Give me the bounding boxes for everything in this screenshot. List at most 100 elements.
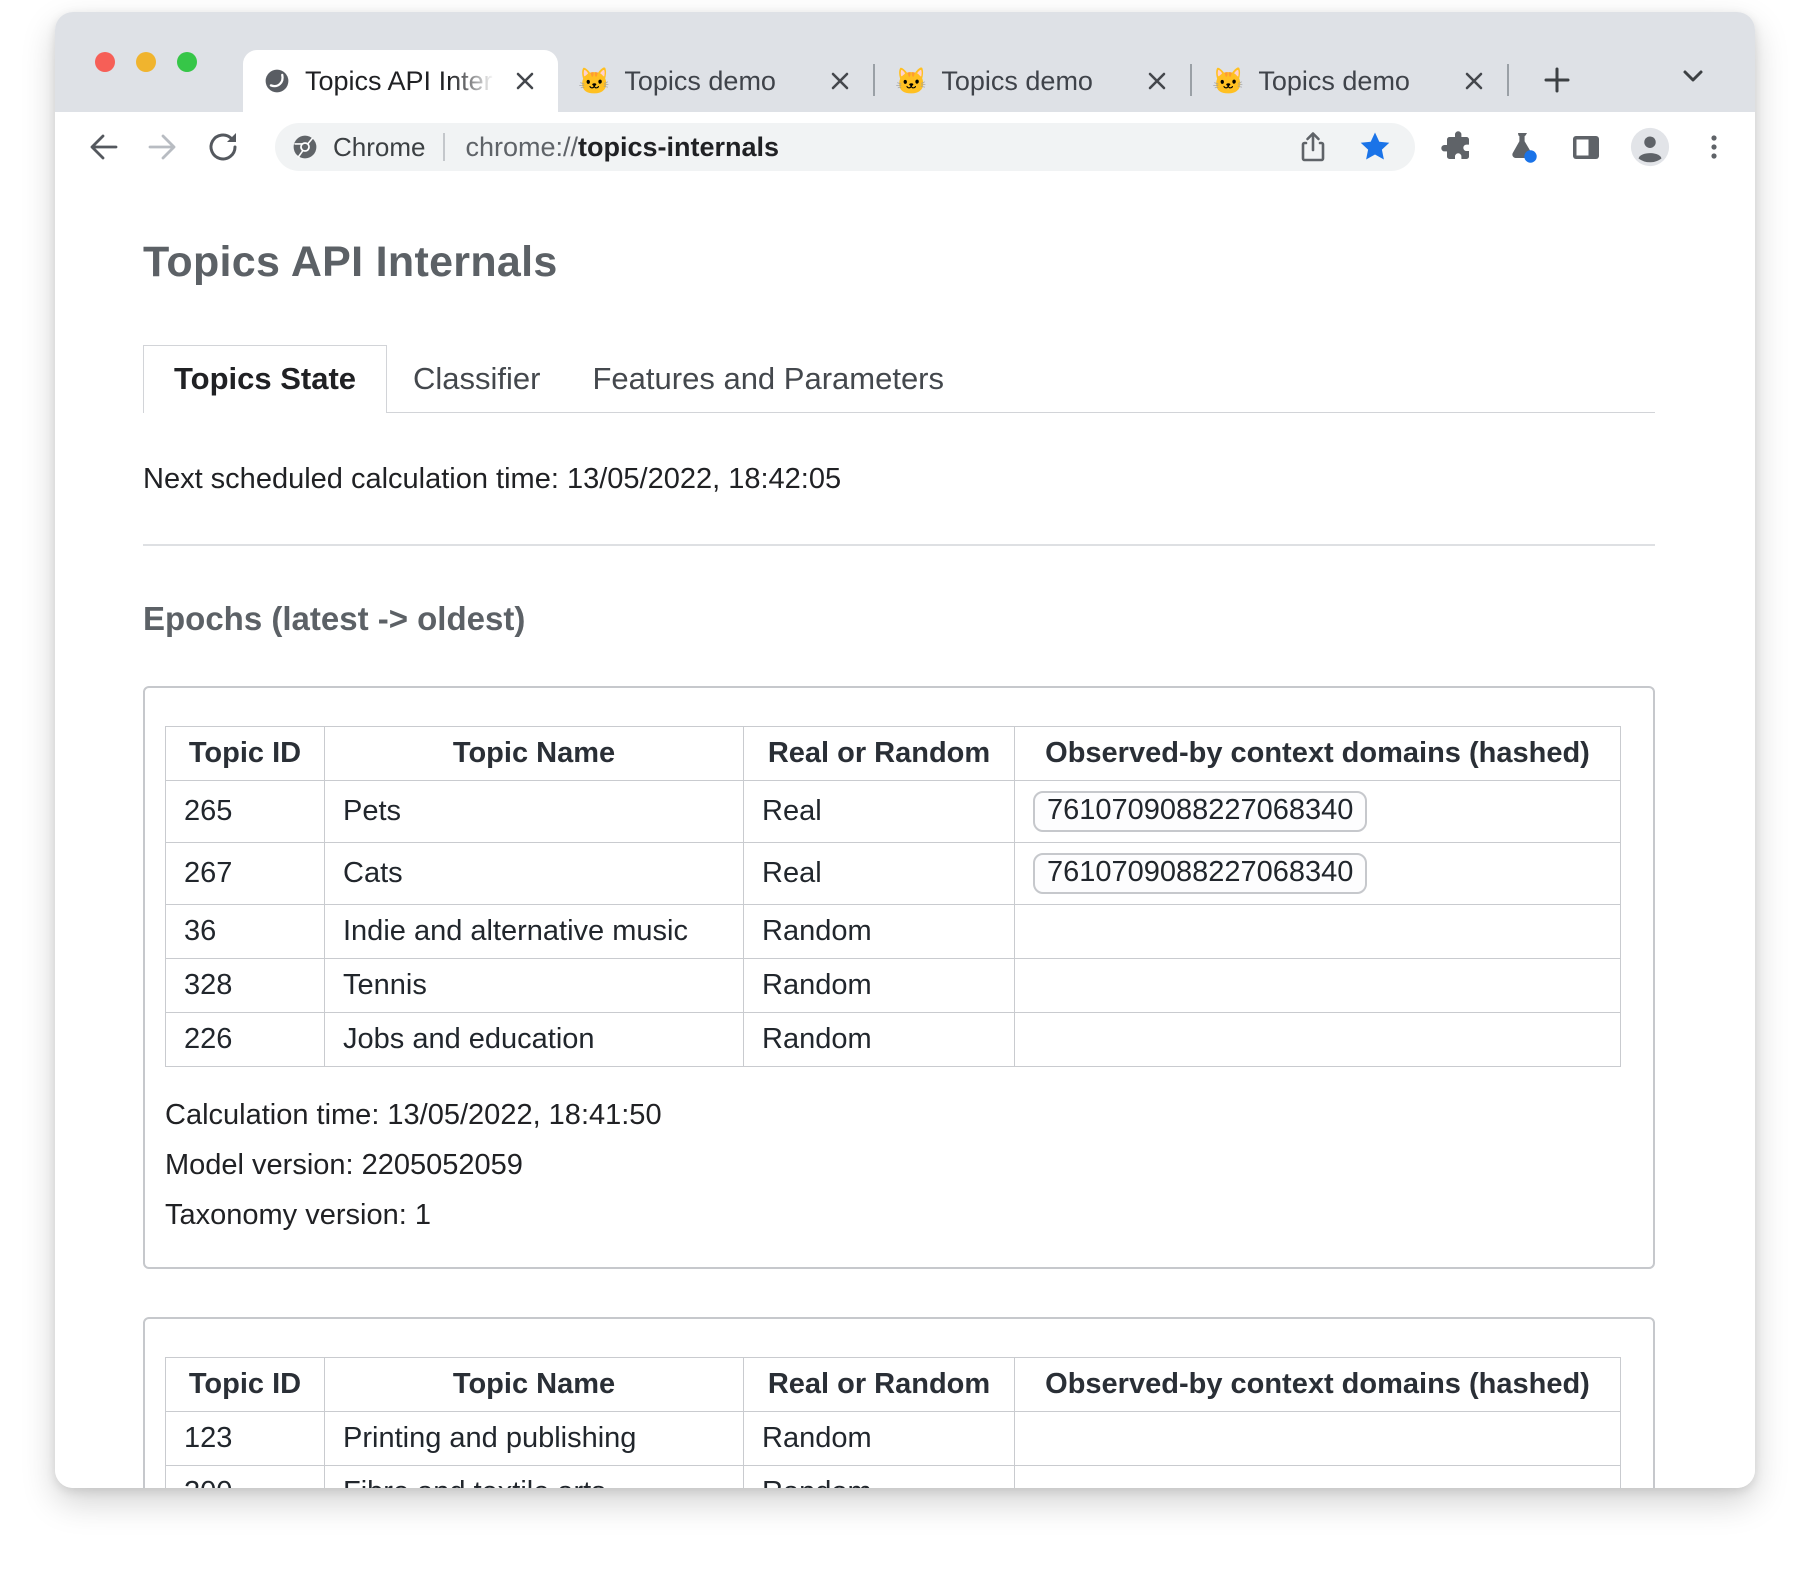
tab-topics-demo-3[interactable]: 🐱 Topics demo	[1192, 50, 1507, 112]
browser-window: Topics API Intern 🐱 Topics demo 🐱 Topics…	[55, 12, 1755, 1488]
side-panel-icon	[1568, 129, 1604, 165]
observed-domains-cell	[1015, 1013, 1621, 1067]
table-row: 226 Jobs and education Random	[166, 1013, 1621, 1067]
observed-domains-cell	[1015, 1412, 1621, 1466]
page-content: Topics API Internals Topics State Classi…	[55, 238, 1755, 1488]
topic-name-cell: Pets	[325, 781, 744, 843]
topic-id-cell: 123	[166, 1412, 325, 1466]
new-tab-button[interactable]	[1539, 62, 1575, 98]
forward-arrow-icon	[145, 129, 181, 165]
epoch-panel: Topic IDTopic NameReal or RandomObserved…	[143, 686, 1655, 1269]
browser-menu-button[interactable]	[1693, 126, 1735, 168]
table-header-row: Topic IDTopic NameReal or RandomObserved…	[166, 1358, 1621, 1412]
chrome-logo-icon	[291, 133, 319, 161]
column-header: Real or Random	[744, 1358, 1015, 1412]
zoom-window-button[interactable]	[177, 52, 197, 72]
table-row: 123 Printing and publishing Random	[166, 1412, 1621, 1466]
next-calculation-time: Next scheduled calculation time: 13/05/2…	[143, 463, 1655, 496]
real-or-random-cell: Random	[744, 1013, 1015, 1067]
topic-id-cell: 328	[166, 959, 325, 1013]
observed-domains-cell	[1015, 905, 1621, 959]
column-header: Real or Random	[744, 727, 1015, 781]
table-row: 265 Pets Real 7610709088227068340	[166, 781, 1621, 843]
kebab-menu-icon	[1697, 130, 1731, 164]
tab-topics-api-internals[interactable]: Topics API Intern	[243, 50, 558, 112]
hashed-domain-field[interactable]: 7610709088227068340	[1033, 791, 1367, 832]
tab-topics-state[interactable]: Topics State	[143, 345, 387, 413]
share-button[interactable]	[1293, 127, 1333, 167]
observed-domains-cell	[1015, 1466, 1621, 1489]
plus-icon	[1541, 64, 1573, 96]
topic-id-cell: 267	[166, 843, 325, 905]
close-tab-icon[interactable]	[1459, 66, 1489, 96]
taxonomy-version: Taxonomy version: 1	[165, 1199, 1623, 1232]
topic-id-cell: 36	[166, 905, 325, 959]
back-button[interactable]	[81, 125, 125, 169]
tab-topics-demo-1[interactable]: 🐱 Topics demo	[558, 50, 873, 112]
close-tab-icon[interactable]	[1142, 66, 1172, 96]
profile-button[interactable]	[1629, 126, 1671, 168]
topic-id-cell: 200	[166, 1466, 325, 1489]
experiments-button[interactable]	[1501, 126, 1543, 168]
tab-title: Topics demo	[941, 66, 1134, 97]
model-version: Model version: 2205052059	[165, 1149, 1623, 1182]
tab-topics-demo-2[interactable]: 🐱 Topics demo	[875, 50, 1190, 112]
topic-id-cell: 265	[166, 781, 325, 843]
tab-features-and-parameters[interactable]: Features and Parameters	[567, 346, 971, 412]
column-header: Topic Name	[325, 1358, 744, 1412]
forward-button[interactable]	[141, 125, 185, 169]
observed-domains-cell: 7610709088227068340	[1015, 781, 1621, 843]
column-header: Topic ID	[166, 1358, 325, 1412]
reload-icon	[205, 129, 241, 165]
bookmark-star-button[interactable]	[1355, 127, 1395, 167]
tab-classifier[interactable]: Classifier	[387, 346, 566, 412]
column-header: Observed-by context domains (hashed)	[1015, 1358, 1621, 1412]
real-or-random-cell: Random	[744, 1466, 1015, 1489]
column-header: Topic Name	[325, 727, 744, 781]
epochs-heading: Epochs (latest -> oldest)	[143, 600, 1655, 638]
page-title: Topics API Internals	[143, 238, 1655, 287]
tab-title: Topics demo	[1258, 66, 1451, 97]
close-window-button[interactable]	[95, 52, 115, 72]
tab-search-chevron-button[interactable]	[1675, 58, 1711, 94]
star-filled-icon	[1357, 129, 1393, 165]
epoch-metadata: Calculation time: 13/05/2022, 18:41:50 M…	[165, 1099, 1623, 1232]
real-or-random-cell: Random	[744, 905, 1015, 959]
side-panel-button[interactable]	[1565, 126, 1607, 168]
table-row: 267 Cats Real 7610709088227068340	[166, 843, 1621, 905]
tab-title: Topics demo	[624, 66, 817, 97]
search-engine-label: Chrome	[333, 132, 425, 163]
reload-button[interactable]	[201, 125, 245, 169]
tab-title: Topics API Intern	[305, 66, 502, 97]
calculation-time: Calculation time: 13/05/2022, 18:41:50	[165, 1099, 1623, 1132]
tab-separator	[1507, 64, 1509, 96]
observed-domains-cell: 7610709088227068340	[1015, 843, 1621, 905]
address-bar[interactable]: Chrome chrome://topics-internals	[275, 123, 1415, 171]
topic-name-cell: Fibre and textile arts	[325, 1466, 744, 1489]
real-or-random-cell: Random	[744, 959, 1015, 1013]
topic-id-cell: 226	[166, 1013, 325, 1067]
table-row: 36 Indie and alternative music Random	[166, 905, 1621, 959]
topic-name-cell: Printing and publishing	[325, 1412, 744, 1466]
real-or-random-cell: Real	[744, 781, 1015, 843]
cat-emoji-icon: 🐱	[578, 66, 610, 97]
tab-strip: Topics API Intern 🐱 Topics demo 🐱 Topics…	[55, 12, 1755, 112]
chevron-down-icon	[1676, 59, 1710, 93]
browser-toolbar: Chrome chrome://topics-internals	[55, 112, 1755, 176]
minimize-window-button[interactable]	[136, 52, 156, 72]
table-header-row: Topic IDTopic NameReal or RandomObserved…	[166, 727, 1621, 781]
real-or-random-cell: Real	[744, 843, 1015, 905]
omnibox-divider	[443, 133, 445, 161]
real-or-random-cell: Random	[744, 1412, 1015, 1466]
extensions-button[interactable]	[1437, 126, 1479, 168]
topic-name-cell: Indie and alternative music	[325, 905, 744, 959]
close-tab-icon[interactable]	[825, 66, 855, 96]
hashed-domain-field[interactable]: 7610709088227068340	[1033, 853, 1367, 894]
close-tab-icon[interactable]	[510, 66, 540, 96]
observed-domains-cell	[1015, 959, 1621, 1013]
cat-emoji-icon: 🐱	[895, 66, 927, 97]
topics-table: Topic IDTopic NameReal or RandomObserved…	[165, 726, 1621, 1067]
back-arrow-icon	[85, 129, 121, 165]
epoch-panel: Topic IDTopic NameReal or RandomObserved…	[143, 1317, 1655, 1488]
internals-globe-icon	[263, 67, 291, 95]
